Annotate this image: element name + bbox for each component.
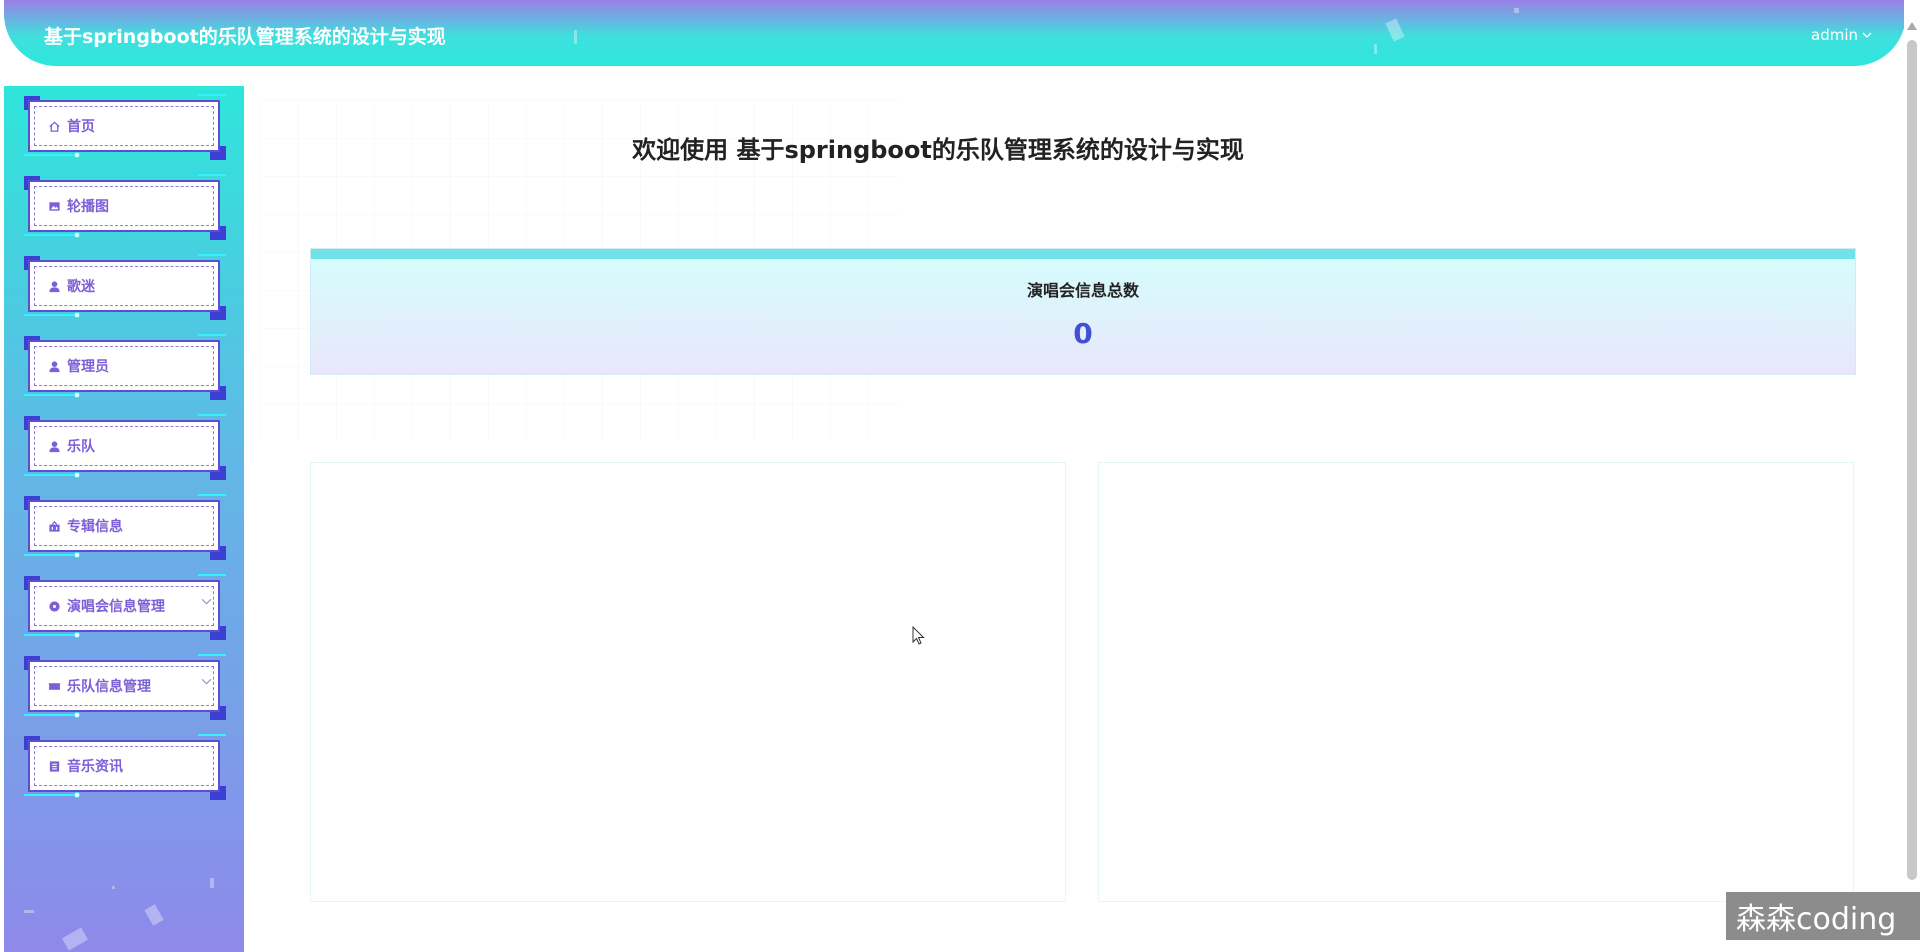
scroll-up-icon[interactable] bbox=[1907, 22, 1917, 30]
username: admin bbox=[1811, 26, 1858, 44]
sidebar-item-label: 音乐资讯 bbox=[67, 759, 123, 775]
sidebar-item-label: 乐队 bbox=[67, 439, 95, 455]
user-menu[interactable]: admin bbox=[1811, 26, 1872, 44]
user-icon bbox=[47, 439, 61, 453]
stat-value: 0 bbox=[1073, 317, 1093, 350]
chart-panel-left bbox=[310, 462, 1066, 902]
watermark: 森森coding bbox=[1726, 892, 1920, 940]
circle-icon bbox=[47, 599, 61, 613]
sidebar-item-home[interactable]: 首页 bbox=[24, 94, 226, 160]
home-icon bbox=[47, 119, 61, 133]
sidebar-item-concert-management[interactable]: 演唱会信息管理 bbox=[24, 574, 226, 640]
sidebar-item-label: 专辑信息 bbox=[67, 519, 123, 535]
sidebar-item-admin[interactable]: 管理员 bbox=[24, 334, 226, 400]
stat-card-accent-bar bbox=[311, 249, 1855, 259]
user-icon bbox=[47, 359, 61, 373]
page-scrollbar[interactable] bbox=[1904, 0, 1920, 952]
sidebar-item-carousel[interactable]: 轮播图 bbox=[24, 174, 226, 240]
sidebar-item-label: 轮播图 bbox=[67, 199, 109, 215]
sidebar-item-label: 管理员 bbox=[67, 359, 109, 375]
header-bar: 基于springboot的乐队管理系统的设计与实现 admin bbox=[4, 0, 1906, 66]
basket-icon bbox=[47, 519, 61, 533]
user-icon bbox=[47, 279, 61, 293]
app-title: 基于springboot的乐队管理系统的设计与实现 bbox=[44, 26, 446, 48]
sidebar-item-music-news[interactable]: 音乐资讯 bbox=[24, 734, 226, 800]
chevron-down-icon bbox=[201, 596, 212, 610]
image-icon bbox=[47, 199, 61, 213]
sidebar-item-fans[interactable]: 歌迷 bbox=[24, 254, 226, 320]
chart-panel-right bbox=[1098, 462, 1854, 902]
sidebar-item-band[interactable]: 乐队 bbox=[24, 414, 226, 480]
welcome-title: 欢迎使用 基于springboot的乐队管理系统的设计与实现 bbox=[632, 136, 1244, 164]
stat-card-concert-total: 演唱会信息总数 0 bbox=[310, 248, 1856, 375]
chevron-down-icon bbox=[1862, 26, 1872, 44]
sidebar-item-band-management[interactable]: 乐队信息管理 bbox=[24, 654, 226, 720]
sidebar: 首页 轮播图 歌迷 管理员 乐队 专辑信息 演唱会信息管理 乐队信息管理 音乐资… bbox=[4, 86, 244, 952]
sidebar-item-label: 演唱会信息管理 bbox=[67, 599, 165, 615]
stat-label: 演唱会信息总数 bbox=[1026, 281, 1139, 300]
chevron-down-icon bbox=[201, 676, 212, 690]
page: 基于springboot的乐队管理系统的设计与实现 admin 首页 轮播图 歌… bbox=[0, 0, 1920, 952]
mouse-cursor-icon bbox=[912, 625, 926, 650]
scroll-thumb[interactable] bbox=[1907, 40, 1917, 880]
sidebar-item-album-info[interactable]: 专辑信息 bbox=[24, 494, 226, 560]
document-icon bbox=[47, 759, 61, 773]
sidebar-item-label: 首页 bbox=[67, 119, 95, 135]
sidebar-item-label: 乐队信息管理 bbox=[67, 679, 151, 695]
ticket-icon bbox=[47, 679, 61, 693]
sidebar-item-label: 歌迷 bbox=[67, 279, 95, 295]
